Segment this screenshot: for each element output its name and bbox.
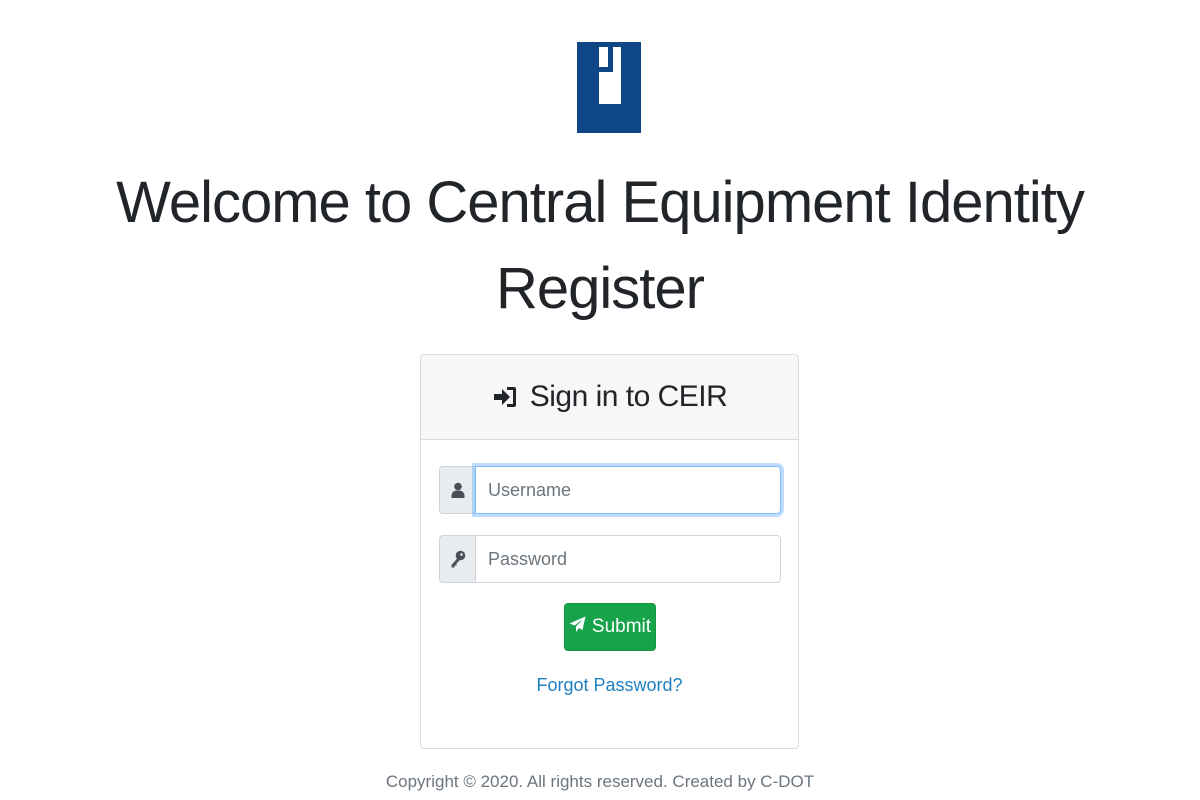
password-field-group — [439, 535, 781, 583]
login-card: Sign in to CEIR Username Submit Forgot P… — [420, 354, 799, 749]
page-title: Welcome to Central Equipment Identity Re… — [116, 170, 1085, 321]
submit-button[interactable]: Submit — [564, 603, 656, 651]
login-page: Welcome to Central Equipment Identity Re… — [0, 0, 1200, 800]
footer-copyright: Copyright © 2020. All rights reserved. C… — [385, 772, 815, 791]
ceir-logo-icon — [577, 42, 641, 133]
submit-label: Submit — [591, 616, 652, 637]
card-title: Sign in to CEIR — [529, 380, 728, 413]
username-field-group — [439, 466, 781, 514]
password-input[interactable] — [475, 535, 781, 583]
card-header: Sign in to CEIR — [421, 355, 798, 440]
forgot-password-link[interactable]: Forgot Password? — [421, 675, 798, 696]
sign-in-icon — [492, 385, 518, 409]
paper-plane-icon — [569, 616, 586, 639]
username-input[interactable] — [475, 466, 781, 514]
key-icon — [439, 535, 475, 583]
user-icon — [439, 466, 475, 514]
